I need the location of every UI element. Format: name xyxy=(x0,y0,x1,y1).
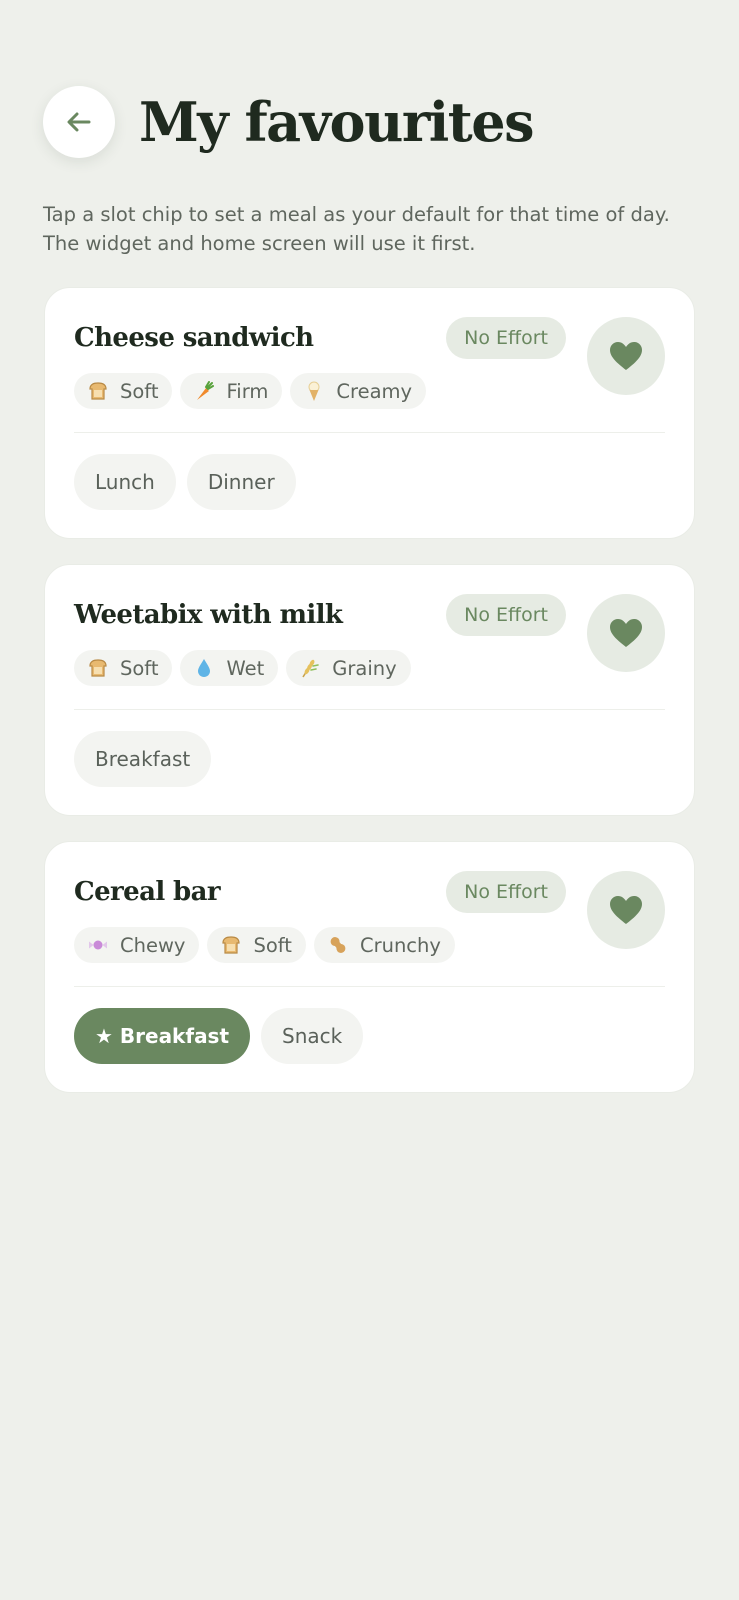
texture-tags: Soft Firm Creamy xyxy=(74,373,427,409)
wheat-icon xyxy=(298,656,322,680)
meal-name: Weetabix with milk xyxy=(74,600,343,630)
page-description: Tap a slot chip to set a meal as your de… xyxy=(43,200,699,258)
texture-label: Creamy xyxy=(336,379,413,403)
texture-tag: Wet xyxy=(180,650,279,686)
texture-label: Soft xyxy=(253,933,292,957)
slot-chip-lunch[interactable]: Lunch xyxy=(74,454,176,510)
texture-tags: Chewy Soft Crunchy xyxy=(74,927,455,963)
texture-tag: Chewy xyxy=(74,927,200,963)
texture-label: Wet xyxy=(226,656,265,680)
header: My favourites xyxy=(43,86,696,158)
bread-icon xyxy=(86,379,110,403)
back-button[interactable] xyxy=(43,86,115,158)
texture-label: Crunchy xyxy=(359,933,441,957)
candy-icon xyxy=(86,933,110,957)
slot-chips: ★ Breakfast Snack xyxy=(74,1008,364,1064)
favourite-toggle-button[interactable] xyxy=(587,871,665,949)
heart-icon xyxy=(610,342,642,370)
heart-icon xyxy=(610,619,642,647)
ice-cream-icon xyxy=(302,379,326,403)
description-line: The widget and home screen will use it f… xyxy=(43,232,476,255)
arrow-left-icon xyxy=(67,112,91,132)
divider xyxy=(74,432,665,433)
description-line: Tap a slot chip to set a meal as your de… xyxy=(43,203,670,226)
texture-tag: Soft xyxy=(207,927,306,963)
texture-tag: Grainy xyxy=(286,650,411,686)
carrot-icon xyxy=(192,379,216,403)
favourite-card: Cheese sandwich No Effort Soft Firm Crea… xyxy=(44,287,695,539)
texture-tag: Soft xyxy=(74,373,173,409)
effort-badge: No Effort xyxy=(446,594,566,636)
slot-chips: Breakfast xyxy=(74,731,212,787)
meal-name: Cheese sandwich xyxy=(74,323,314,353)
favourite-card: Weetabix with milk No Effort Soft Wet Gr… xyxy=(44,564,695,816)
heart-icon xyxy=(610,896,642,924)
slot-chip-dinner[interactable]: Dinner xyxy=(186,454,296,510)
peanut-icon xyxy=(326,933,350,957)
droplet-icon xyxy=(192,656,216,680)
bread-icon xyxy=(219,933,243,957)
texture-label: Soft xyxy=(120,656,159,680)
meal-name: Cereal bar xyxy=(74,877,221,907)
favourite-card: Cereal bar No Effort Chewy Soft Crunchy … xyxy=(44,841,695,1093)
page-title: My favourites xyxy=(139,90,535,154)
bread-icon xyxy=(86,656,110,680)
slot-chip-breakfast[interactable]: Breakfast xyxy=(74,731,212,787)
favourites-screen: My favourites Tap a slot chip to set a m… xyxy=(0,0,739,1600)
divider xyxy=(74,986,665,987)
effort-badge: No Effort xyxy=(446,871,566,913)
favourite-toggle-button[interactable] xyxy=(587,594,665,672)
favourite-toggle-button[interactable] xyxy=(587,317,665,395)
texture-tag: Firm xyxy=(180,373,283,409)
texture-label: Firm xyxy=(226,379,269,403)
divider xyxy=(74,709,665,710)
texture-tag: Crunchy xyxy=(313,927,455,963)
slot-chip-snack[interactable]: Snack xyxy=(261,1008,364,1064)
texture-tags: Soft Wet Grainy xyxy=(74,650,411,686)
slot-chip-breakfast-selected[interactable]: ★ Breakfast xyxy=(74,1008,251,1064)
effort-badge: No Effort xyxy=(446,317,566,359)
texture-label: Chewy xyxy=(120,933,186,957)
texture-label: Grainy xyxy=(332,656,397,680)
slot-chips: Lunch Dinner xyxy=(74,454,296,510)
texture-tag: Creamy xyxy=(290,373,427,409)
texture-tag: Soft xyxy=(74,650,173,686)
texture-label: Soft xyxy=(120,379,159,403)
